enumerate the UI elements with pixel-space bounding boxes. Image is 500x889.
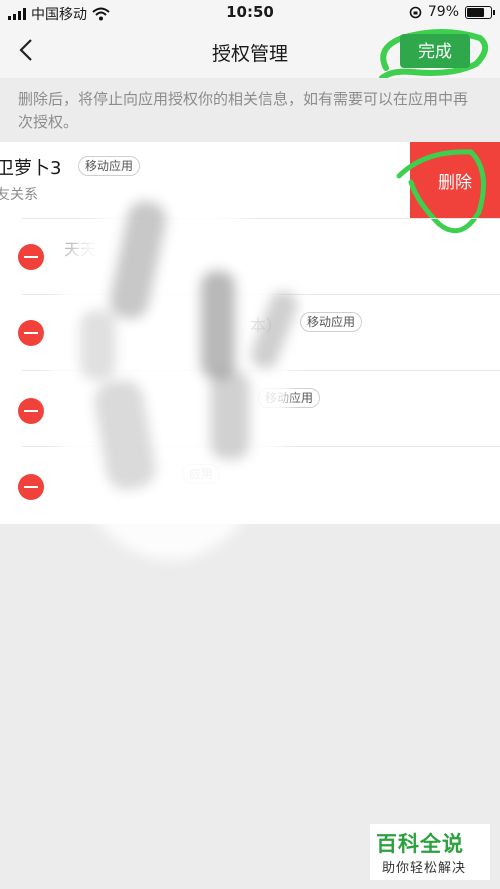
remove-icon[interactable] bbox=[18, 244, 44, 270]
row-divider bbox=[22, 218, 500, 219]
nav-bar: 授权管理 完成 bbox=[0, 26, 500, 81]
battery-icon bbox=[465, 5, 495, 19]
app-name-fragment: 本） bbox=[250, 316, 283, 335]
remove-icon[interactable] bbox=[18, 320, 44, 346]
remove-icon[interactable] bbox=[18, 474, 44, 500]
watermark-logo: 百科全说 助你轻松解决 bbox=[370, 824, 490, 880]
rotation-lock-icon bbox=[409, 6, 422, 18]
watermark-title: 百科全说 bbox=[376, 832, 464, 856]
hint-text: 删除后，将停止向应用授权你的相关信息，如有需要可以在应用中再次授权。 bbox=[18, 90, 469, 131]
list-item[interactable]: 天天 bbox=[0, 218, 500, 294]
remove-icon[interactable] bbox=[18, 398, 44, 424]
app-tag: 应用 bbox=[182, 464, 221, 484]
status-bar: 中国移动 10:50 79% bbox=[0, 0, 500, 26]
list-item[interactable]: 移动应用 bbox=[0, 370, 500, 446]
row-divider bbox=[22, 294, 500, 295]
status-right: 79% bbox=[409, 4, 495, 20]
hint-section: 删除后，将停止向应用授权你的相关信息，如有需要可以在应用中再次授权。 bbox=[0, 78, 500, 142]
row-divider bbox=[22, 446, 500, 447]
app-subtitle: 友关系 bbox=[0, 187, 38, 203]
battery-fill bbox=[467, 7, 484, 17]
watermark-subtitle: 助你轻松解决 bbox=[382, 861, 467, 876]
app-name-fragment: 天天 bbox=[64, 240, 97, 259]
done-button[interactable]: 完成 bbox=[400, 34, 470, 68]
app-tag: 移动应用 bbox=[300, 312, 363, 332]
battery-percent: 79% bbox=[427, 4, 459, 20]
app-name: 卫萝卜3 bbox=[0, 158, 62, 179]
row-divider bbox=[22, 370, 500, 371]
app-tag: 移动应用 bbox=[78, 156, 141, 176]
list-item[interactable]: 卫萝卜3 移动应用 友关系 删除 bbox=[0, 142, 500, 234]
list-item[interactable]: 本） 移动应用 bbox=[0, 294, 500, 370]
app-tag: 移动应用 bbox=[258, 388, 321, 408]
authorized-app-list: 卫萝卜3 移动应用 友关系 删除 天天 本） 移动应用 移动应用 应用 bbox=[0, 142, 500, 524]
list-item[interactable]: 应用 bbox=[0, 446, 500, 522]
